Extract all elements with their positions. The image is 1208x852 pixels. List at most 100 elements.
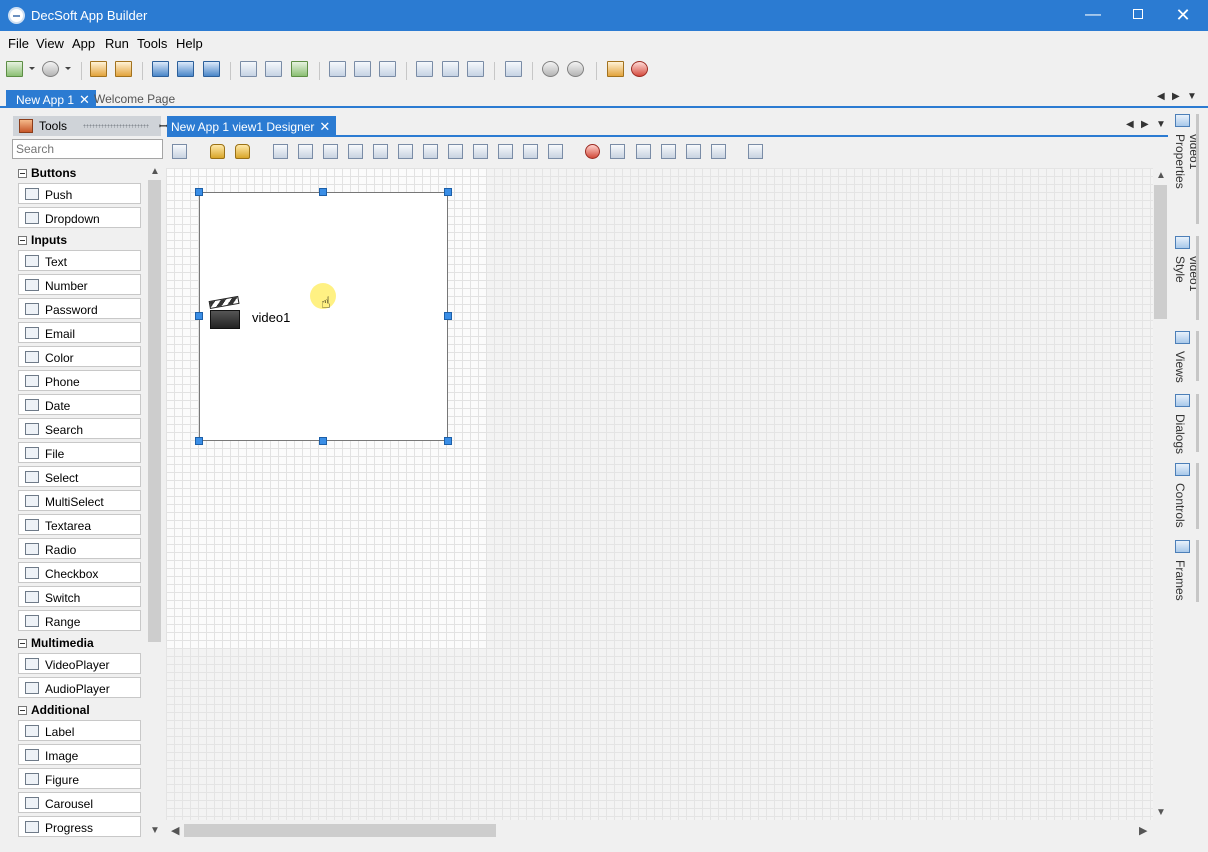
edit-icon[interactable] (416, 61, 433, 77)
canvas-vertical-scrollbar[interactable]: ▲ ▼ (1153, 168, 1168, 821)
tool-item-color[interactable]: Color (18, 346, 141, 367)
menu-app[interactable]: App (72, 36, 95, 51)
menu-file[interactable]: File (8, 36, 29, 51)
scroll-left-icon[interactable]: ◀ (171, 824, 179, 837)
tool-item-switch[interactable]: Switch (18, 586, 141, 607)
resize-handle-e[interactable] (444, 312, 452, 320)
designer-tabs-left-icon[interactable]: ◀ (1126, 119, 1134, 130)
pointer-tool-icon[interactable] (172, 144, 187, 159)
resize-handle-se[interactable] (444, 437, 452, 445)
tab-welcome-page[interactable]: Welcome Page (84, 90, 181, 108)
resize-handle-n[interactable] (319, 188, 327, 196)
collapse-icon[interactable] (18, 706, 27, 715)
align-center-icon[interactable] (423, 144, 438, 159)
tool-item-push[interactable]: Push (18, 183, 141, 204)
tool-item-text[interactable]: Text (18, 250, 141, 271)
save-all-icon[interactable] (203, 61, 220, 77)
bring-front-icon[interactable] (273, 144, 288, 159)
minimize-button[interactable]: — (1070, 0, 1116, 31)
align-right-icon[interactable] (448, 144, 463, 159)
tool-item-select[interactable]: Select (18, 466, 141, 487)
tools-search-input[interactable] (12, 139, 163, 159)
save-icon[interactable] (152, 61, 169, 77)
scroll-down-icon[interactable]: ▼ (150, 825, 160, 836)
stop-icon[interactable] (567, 61, 584, 77)
scroll-thumb[interactable] (1154, 185, 1167, 319)
scroll-up-icon[interactable]: ▲ (150, 166, 160, 177)
menu-view[interactable]: View (36, 36, 64, 51)
tool-item-label[interactable]: Label (18, 720, 141, 741)
tab-designer[interactable]: New App 1 view1 Designer ✕ (167, 116, 337, 135)
menu-help[interactable]: Help (176, 36, 203, 51)
scroll-up-icon[interactable]: ▲ (1156, 170, 1166, 181)
side-tab-controls[interactable]: Controls (1171, 463, 1199, 529)
distribute-icon[interactable] (548, 144, 563, 159)
tab-new-app-1[interactable]: New App 1 ✕ (6, 90, 96, 108)
open-recent-icon[interactable] (42, 61, 59, 77)
scroll-thumb[interactable] (148, 180, 161, 642)
menu-run[interactable]: Run (105, 36, 129, 51)
copy-icon[interactable] (610, 144, 625, 159)
resize-handle-sw[interactable] (195, 437, 203, 445)
tool-item-dropdown[interactable]: Dropdown (18, 207, 141, 228)
resize-handle-w[interactable] (195, 312, 203, 320)
maximize-button[interactable] (1115, 0, 1161, 31)
paste-icon[interactable] (636, 144, 651, 159)
cut-icon[interactable] (661, 144, 676, 159)
designer-tabs-menu-icon[interactable]: ▼ (1156, 119, 1166, 130)
tab-order-icon[interactable] (748, 144, 763, 159)
new-app-icon[interactable] (6, 61, 23, 77)
select-region-icon[interactable] (686, 144, 701, 159)
side-tab-properties[interactable]: video1 Properties (1171, 114, 1201, 224)
designer-tabs-right-icon[interactable]: ▶ (1141, 119, 1149, 130)
collapse-icon[interactable] (18, 639, 27, 648)
resize-handle-nw[interactable] (195, 188, 203, 196)
size-both-icon[interactable] (323, 144, 338, 159)
align-left-icon[interactable] (398, 144, 413, 159)
send-back-icon[interactable] (298, 144, 313, 159)
tool-item-progress[interactable]: Progress (18, 816, 141, 837)
add-view-icon[interactable] (240, 61, 257, 77)
align-bottom-icon[interactable] (523, 144, 538, 159)
tool-item-phone[interactable]: Phone (18, 370, 141, 391)
tool-item-figure[interactable]: Figure (18, 768, 141, 789)
play-icon[interactable] (542, 61, 559, 77)
panel-grip[interactable] (83, 124, 149, 128)
tabs-left-arrow-icon[interactable]: ◀ (1157, 91, 1165, 102)
chevron-down-icon[interactable] (65, 67, 71, 70)
collapse-icon[interactable] (18, 236, 27, 245)
scroll-down-icon[interactable]: ▼ (1156, 807, 1166, 818)
tool-item-textarea[interactable]: Textarea (18, 514, 141, 535)
tools-icon[interactable] (505, 61, 522, 77)
open-project-icon[interactable] (115, 61, 132, 77)
tools-scrollbar[interactable]: ▲ ▼ (147, 165, 162, 842)
undo-icon[interactable] (711, 144, 726, 159)
save-as-icon[interactable] (177, 61, 194, 77)
frame-remove-icon[interactable] (379, 61, 396, 77)
tool-item-checkbox[interactable]: Checkbox (18, 562, 141, 583)
tabs-menu-icon[interactable]: ▼ (1187, 91, 1197, 102)
tool-item-email[interactable]: Email (18, 322, 141, 343)
menu-tools[interactable]: Tools (137, 36, 167, 51)
tool-item-number[interactable]: Number (18, 274, 141, 295)
tabs-right-arrow-icon[interactable]: ▶ (1172, 91, 1180, 102)
chevron-down-icon[interactable] (29, 67, 35, 70)
scroll-thumb[interactable] (184, 824, 496, 837)
size-width-icon[interactable] (348, 144, 363, 159)
tool-item-password[interactable]: Password (18, 298, 141, 319)
tool-item-videoplayer[interactable]: VideoPlayer (18, 653, 141, 674)
unlock-icon[interactable] (235, 144, 250, 159)
side-tab-dialogs[interactable]: Dialogs (1171, 394, 1199, 454)
tool-item-image[interactable]: Image (18, 744, 141, 765)
resize-handle-s[interactable] (319, 437, 327, 445)
dialog-remove-icon[interactable] (354, 61, 371, 77)
delete-icon[interactable] (585, 144, 600, 159)
tool-item-range[interactable]: Range (18, 610, 141, 631)
align-top-icon[interactable] (473, 144, 488, 159)
archive-icon[interactable] (442, 61, 459, 77)
tool-item-audioplayer[interactable]: AudioPlayer (18, 677, 141, 698)
side-tab-frames[interactable]: Frames (1171, 540, 1199, 602)
tool-item-search[interactable]: Search (18, 418, 141, 439)
tool-item-carousel[interactable]: Carousel (18, 792, 141, 813)
scroll-right-icon[interactable]: ▶ (1139, 824, 1147, 837)
